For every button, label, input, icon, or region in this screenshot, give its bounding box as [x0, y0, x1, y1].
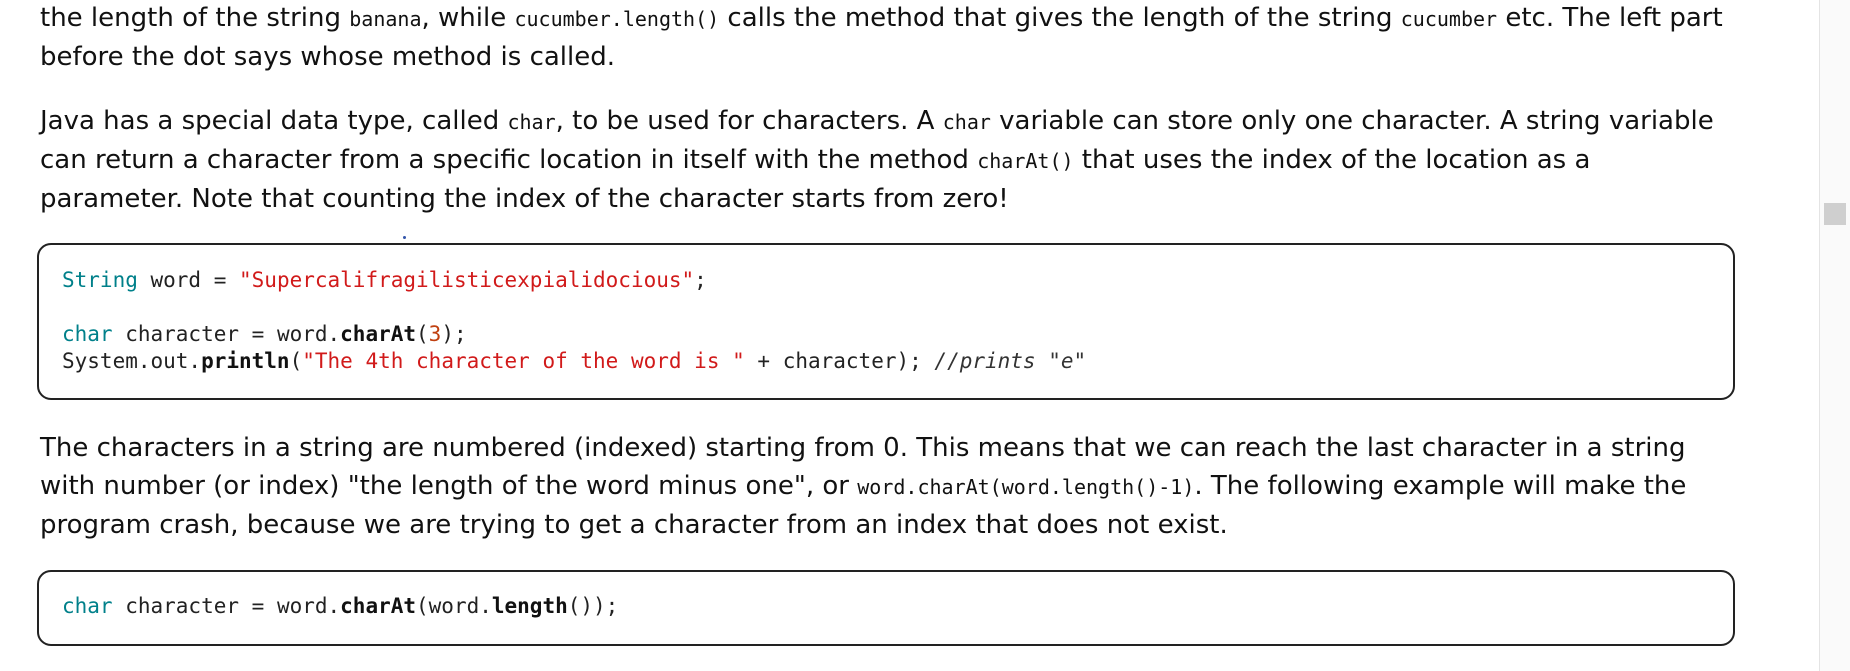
- inline-code: char: [942, 110, 991, 134]
- code-type: char: [62, 322, 113, 346]
- inline-code: char: [507, 110, 556, 134]
- code-comment: //prints "e": [934, 349, 1087, 373]
- inline-code: cucumber.length(): [514, 7, 720, 31]
- code-text: (word.: [416, 594, 492, 618]
- vertical-scrollbar[interactable]: [1819, 0, 1850, 671]
- scrollbar-thumb[interactable]: [1824, 203, 1846, 225]
- code-line: String word = "Supercalifragilisticexpia…: [62, 245, 1733, 294]
- code-text: (: [289, 349, 303, 373]
- code-text: + character);: [744, 349, 935, 373]
- code-line: char character = word.charAt(3);: [62, 321, 1733, 348]
- code-method: charAt: [340, 594, 417, 618]
- code-method: println: [201, 349, 290, 373]
- stray-dot: [403, 236, 406, 239]
- code-method: charAt: [340, 322, 417, 346]
- inline-code: word.charAt(word.length()-1): [857, 475, 1195, 499]
- code-text: word =: [137, 268, 240, 292]
- code-text: (: [416, 322, 429, 346]
- code-string: "The 4th character of the word is ": [302, 349, 745, 373]
- code-string: "Supercalifragilisticexpialidocious": [239, 268, 695, 292]
- code-text: ;: [694, 268, 707, 292]
- code-block-charat[interactable]: String word = "Supercalifragilisticexpia…: [37, 243, 1735, 400]
- code-text: character = word.: [112, 594, 341, 618]
- paragraph-indexing: The characters in a string are numbered …: [40, 429, 1740, 544]
- code-text: ());: [567, 594, 619, 618]
- text: the length of the string: [40, 3, 350, 33]
- text: , while: [421, 3, 515, 33]
- code-line: char character = word.charAt(word.length…: [62, 572, 1733, 620]
- code-text: System.out.: [62, 349, 202, 373]
- text: , to be used for characters. A: [555, 106, 943, 136]
- text: calls the method that gives the length o…: [719, 3, 1401, 33]
- code-block-crash[interactable]: char character = word.charAt(word.length…: [37, 570, 1735, 646]
- inline-code: banana: [349, 7, 422, 31]
- code-number: 3: [428, 322, 442, 346]
- code-method: length: [491, 594, 568, 618]
- code-type: String: [62, 268, 138, 292]
- paragraph-char-type: Java has a special data type, called cha…: [40, 102, 1740, 218]
- code-text: character = word.: [112, 322, 341, 346]
- code-type: char: [62, 594, 113, 618]
- code-line: System.out.println("The 4th character of…: [62, 348, 1733, 375]
- text: Java has a special data type, called: [40, 106, 508, 136]
- code-text: );: [441, 322, 467, 346]
- inline-code: charAt(): [977, 149, 1074, 173]
- inline-code: cucumber: [1400, 7, 1498, 31]
- paragraph-string-length: the length of the string banana, while c…: [40, 0, 1740, 76]
